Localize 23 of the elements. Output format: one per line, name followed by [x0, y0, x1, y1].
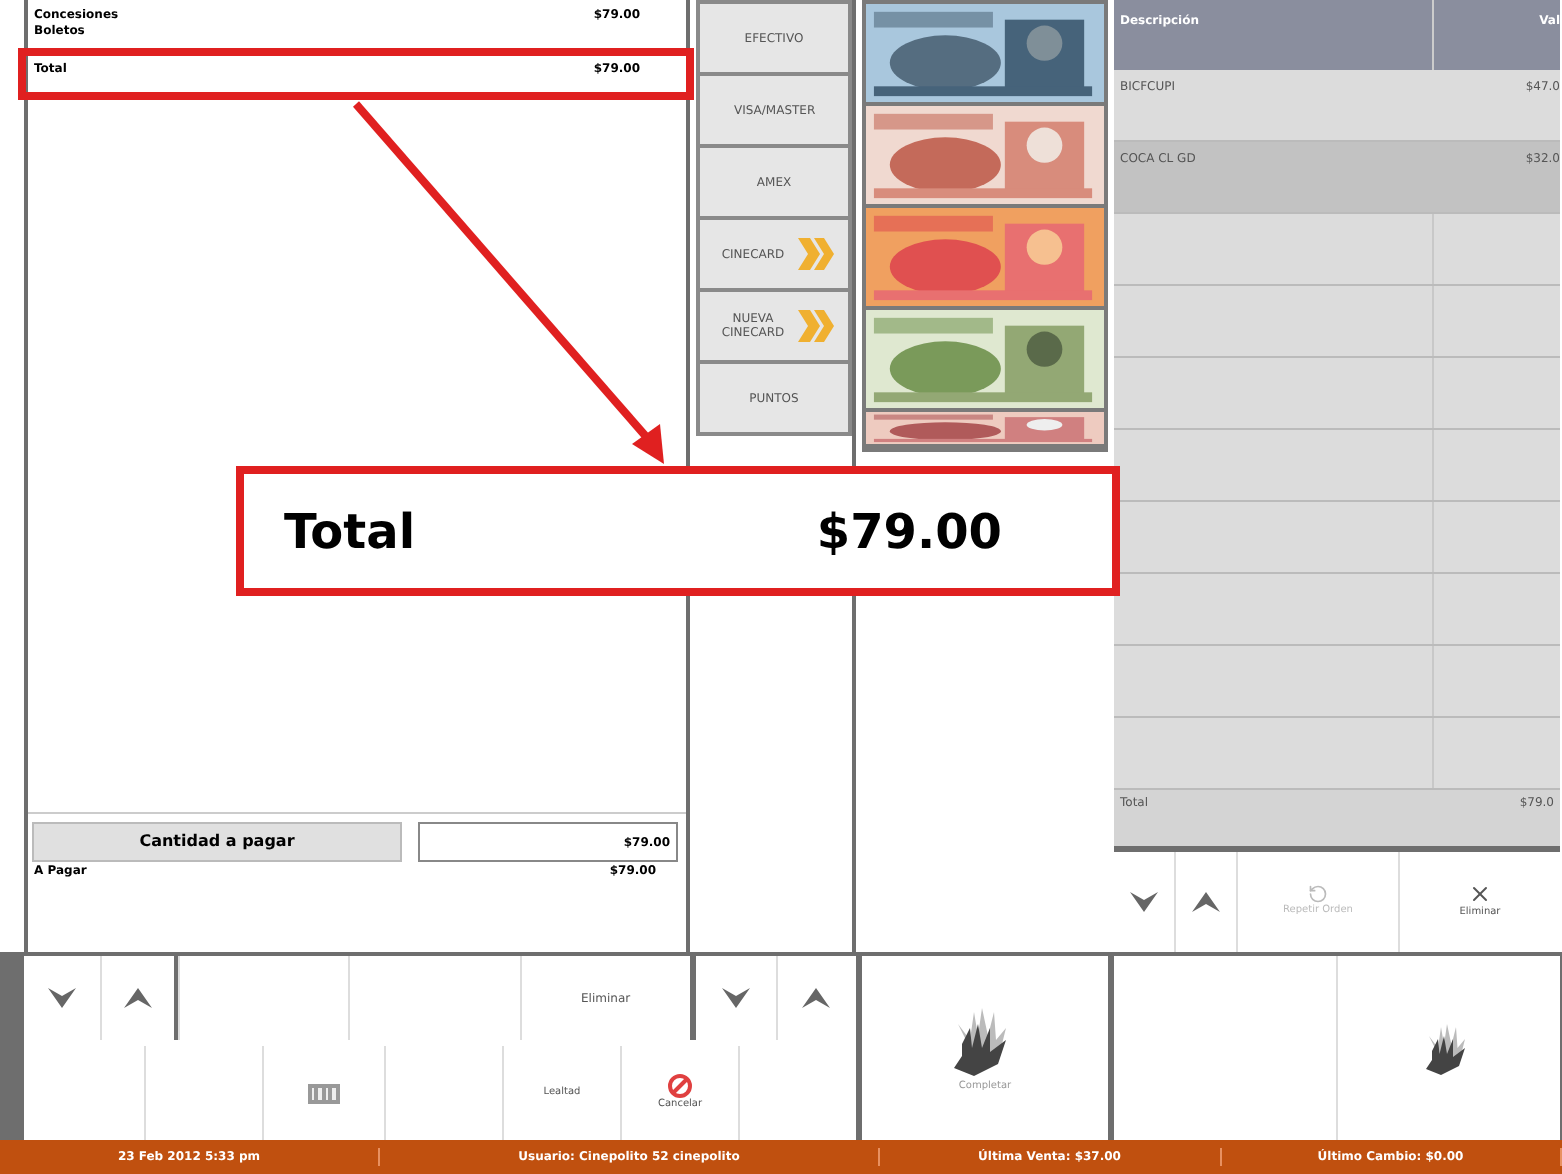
scroll-down-button[interactable] — [1114, 852, 1174, 952]
callout-value: $79.00 — [816, 501, 1002, 563]
scroll-down-button[interactable] — [24, 956, 100, 1040]
scroll-up-button[interactable] — [777, 956, 856, 1040]
barcode-icon — [308, 1083, 340, 1103]
down-arrow-icon — [1130, 892, 1158, 912]
up-arrow-icon — [802, 988, 831, 1008]
up-arrow-icon — [124, 988, 152, 1008]
chevrons-icon — [795, 234, 835, 274]
down-arrow-icon — [721, 988, 750, 1008]
scroll-down-button[interactable] — [696, 956, 775, 1040]
scroll-up-button[interactable] — [1176, 852, 1236, 952]
up-arrow-icon — [1192, 892, 1220, 912]
amount-to-pay-button[interactable]: Cantidad a pagar — [32, 822, 402, 862]
callout-label: Total — [284, 501, 416, 563]
barcode-button[interactable] — [264, 1046, 384, 1140]
chevrons-icon — [795, 306, 835, 346]
scroll-up-button[interactable] — [102, 956, 178, 1040]
cancel-icon — [668, 1073, 692, 1098]
down-arrow-icon — [48, 988, 76, 1008]
undo-icon — [1308, 884, 1328, 905]
hands-button[interactable] — [1338, 956, 1560, 1140]
close-icon — [1468, 882, 1492, 907]
